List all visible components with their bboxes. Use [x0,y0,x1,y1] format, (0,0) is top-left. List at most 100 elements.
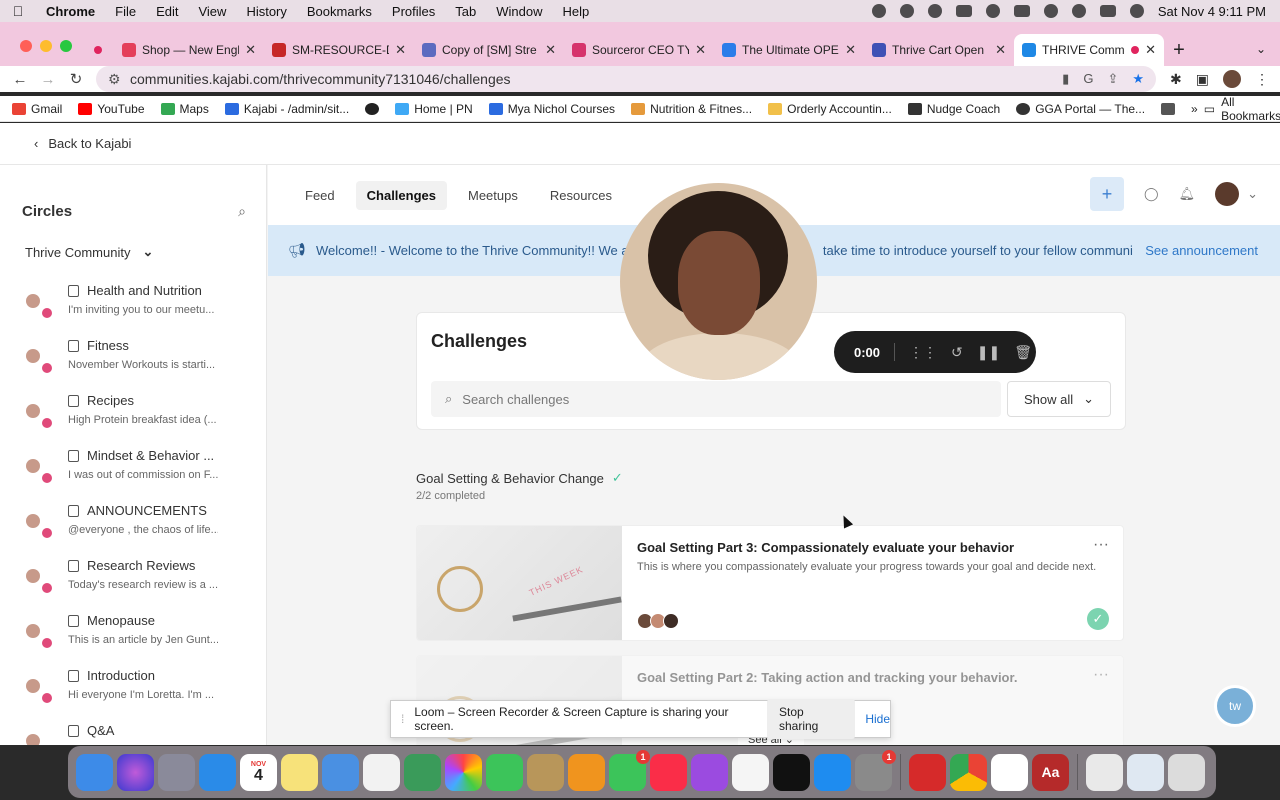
browser-tab[interactable]: Copy of [SM] Stre ✕ [414,34,564,66]
create-button[interactable]: + [1090,177,1125,211]
close-tab-icon[interactable]: ✕ [545,42,556,58]
tab-meetups[interactable]: Meetups [457,181,529,210]
close-tab-icon[interactable]: ✕ [1145,42,1156,58]
bookmark-kajabi[interactable]: Kajabi - /admin/sit... [224,102,349,116]
siri-app-icon[interactable] [117,753,154,791]
all-bookmarks[interactable]: » ▭ All Bookmarks [1191,95,1280,123]
more-options-icon[interactable]: ··· [1093,666,1109,684]
sidebar-circle-item[interactable]: Q&A [22,723,262,745]
zoom-window-icon[interactable] [60,40,72,52]
calendar-icon[interactable]: NOV 4 [240,753,277,791]
site-info-icon[interactable]: ⚙ [108,71,122,88]
tab-challenges[interactable]: Challenges [355,180,447,210]
finder-icon[interactable] [76,753,113,791]
tab-search-chevron-icon[interactable]: ⌄ [1242,42,1280,66]
drawing-grid-icon[interactable]: ⋮⋮ [909,344,937,361]
bookmark-orderly[interactable]: Orderly Accountin... [768,102,892,116]
close-tab-icon[interactable]: ✕ [395,42,406,58]
photos-icon[interactable] [445,753,482,791]
bell-icon[interactable]: 🔔︎ [1179,186,1196,202]
sidebar-circle-item[interactable]: Fitness November Workouts is starti... [22,338,262,393]
menu-clock[interactable]: Sat Nov 4 9:11 PM [1158,4,1266,19]
sidebar-circle-item[interactable]: ANNOUNCEMENTS @everyone , the chaos of li… [22,503,262,558]
close-tab-icon[interactable]: ✕ [995,42,1006,58]
sidebar-circle-item[interactable]: Menopause This is an article by Jen Gunt.… [22,613,262,668]
books-icon[interactable] [568,753,605,791]
sidebar-circle-item[interactable]: Research Reviews Today's research review … [22,558,262,613]
app-store-icon[interactable] [814,753,851,791]
safari-icon[interactable] [199,753,236,791]
sidebar-circle-item[interactable]: Health and Nutrition I'm inviting you to … [22,283,262,338]
restart-icon[interactable]: ↺ [951,344,963,361]
back-arrow-icon[interactable]: ← [6,71,34,88]
gmail-menu-icon[interactable] [955,5,972,17]
control-center-icon[interactable] [1099,5,1116,17]
system-settings-icon[interactable]: 1 [855,749,896,791]
share-icon[interactable]: ⇪ [1107,71,1118,87]
minimize-window-icon[interactable] [40,40,52,52]
spotlight-icon[interactable] [1071,4,1086,18]
launchpad-icon[interactable] [158,753,195,791]
bookmark-maps[interactable]: Maps [160,102,209,116]
bookmark-nudge[interactable]: Nudge Coach [907,102,1000,116]
browser-tab[interactable]: Thrive Cart Open ✕ [864,34,1014,66]
drag-handle-icon[interactable]: ⁞ [401,712,404,726]
bookmark-extra[interactable] [1161,102,1176,115]
menu-help[interactable]: Help [553,4,600,19]
reload-icon[interactable]: ↻ [62,70,90,88]
close-tab-icon[interactable]: ✕ [245,42,256,58]
tab-resources[interactable]: Resources [539,181,623,210]
menu-window[interactable]: Window [486,4,552,19]
downloads-stack-icon[interactable] [1086,753,1123,791]
play-icon[interactable] [985,4,1000,18]
community-selector[interactable]: Thrive Community ⌄ [0,220,266,260]
address-url[interactable]: communities.kajabi.com/thrivecommunity71… [130,71,511,87]
bookmark-youtube[interactable]: YouTube [78,102,145,116]
more-options-icon[interactable]: ··· [1093,536,1109,554]
tab-feed[interactable]: Feed [294,181,346,210]
wifi-icon[interactable] [1043,4,1058,18]
bookmark-globe[interactable] [365,102,380,115]
browser-tab-active[interactable]: THRIVE Comm ✕ [1014,34,1164,66]
close-tab-icon[interactable]: ✕ [695,42,706,58]
pause-icon[interactable]: ❚❚ [977,344,1000,361]
dictionary-icon[interactable]: Aa [1032,753,1069,791]
browser-tab[interactable]: Sourceror CEO TY ✕ [564,34,714,66]
back-to-kajabi[interactable]: ‹ Back to Kajabi [0,123,1280,165]
show-all-dropdown[interactable]: Show all ⌄ [1007,381,1111,417]
menu-profiles[interactable]: Profiles [382,4,445,19]
menu-bookmarks[interactable]: Bookmarks [297,4,382,19]
camera-icon[interactable]: ▮ [1062,71,1069,87]
challenge-section-title[interactable]: Goal Setting & Behavior Change ✓ [416,470,623,486]
facetime-icon[interactable]: 1 [609,749,650,791]
sidebar-circle-item[interactable]: Mindset & Behavior ... I was out of commi… [22,448,262,503]
chevron-down-icon[interactable]: ⌄ [1247,186,1258,202]
chat-icon[interactable]: ◯ [1144,186,1159,202]
chrome-icon[interactable] [950,753,987,791]
menu-view[interactable]: View [188,4,236,19]
menu-app-name[interactable]: Chrome [36,4,105,19]
bookmark-gmail[interactable]: Gmail [12,102,62,116]
podcasts-icon[interactable] [691,753,728,791]
side-panel-icon[interactable]: ▣ [1196,71,1209,88]
close-window-icon[interactable] [20,40,32,52]
bookmark-nutrition[interactable]: Nutrition & Fitnes... [631,102,752,116]
apple-icon[interactable]:  [0,3,36,19]
apple-tv-icon[interactable] [773,753,810,791]
trash-bin-icon[interactable] [1168,753,1205,791]
music-icon[interactable] [650,753,687,791]
google-lens-icon[interactable]: G [1083,71,1093,87]
extensions-icon[interactable]: ✱ [1170,71,1182,88]
hide-button[interactable]: Hide [865,712,890,726]
browser-tab[interactable]: SM-RESOURCE-D ✕ [264,34,414,66]
tab-recording-indicator[interactable] [86,34,114,66]
bookmark-star-icon[interactable]: ★ [1132,71,1144,87]
new-tab-icon[interactable]: + [1164,34,1194,66]
siri-icon[interactable] [1129,4,1144,18]
browser-tab[interactable]: The Ultimate OPE ✕ [714,34,864,66]
bookmark-home-pn[interactable]: Home | PN [395,102,473,116]
contacts-icon[interactable] [527,753,564,791]
maps-app-icon[interactable] [404,753,441,791]
menu-tab[interactable]: Tab [445,4,486,19]
news-icon[interactable] [732,753,769,791]
